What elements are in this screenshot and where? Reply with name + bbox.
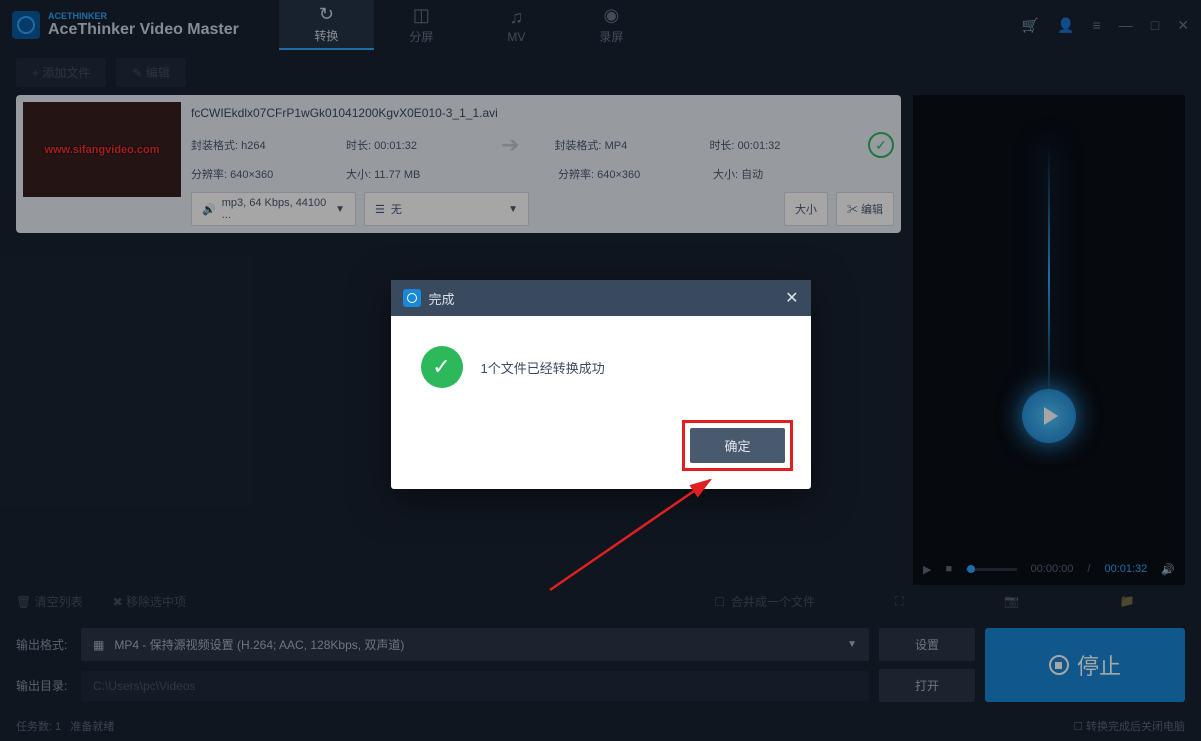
ok-highlight: 确定: [682, 420, 792, 471]
ok-button[interactable]: 确定: [690, 428, 784, 463]
dialog-title: 完成: [429, 289, 455, 308]
success-icon: ✓: [421, 346, 463, 388]
dialog-close-button[interactable]: ✕: [785, 288, 798, 308]
modal-overlay: 完成 ✕ ✓ 1个文件已经转换成功 确定: [0, 0, 1201, 741]
dialog-logo-icon: [403, 289, 421, 307]
completion-dialog: 完成 ✕ ✓ 1个文件已经转换成功 确定: [391, 280, 811, 489]
dialog-message: 1个文件已经转换成功: [481, 358, 605, 377]
